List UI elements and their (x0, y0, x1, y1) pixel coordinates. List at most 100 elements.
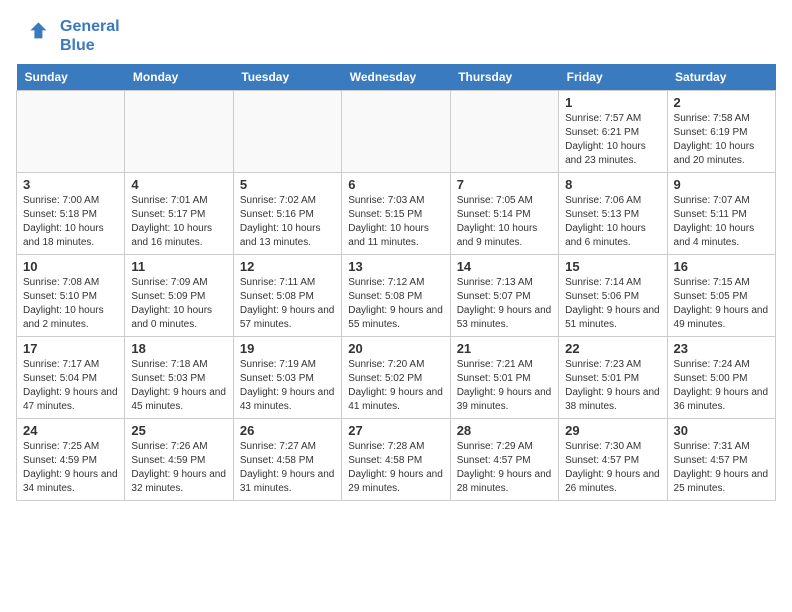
calendar-cell: 1Sunrise: 7:57 AM Sunset: 6:21 PM Daylig… (559, 91, 667, 173)
day-number: 3 (23, 177, 118, 192)
day-info: Sunrise: 7:24 AM Sunset: 5:00 PM Dayligh… (674, 358, 769, 414)
calendar-cell: 16 Sunrise: 7:15 AM Sunset: 5:05 PM Dayli… (667, 255, 775, 337)
calendar-cell (17, 91, 125, 173)
calendar-cell: 24 Sunrise: 7:25 AM Sunset: 4:59 PM Dayli… (17, 419, 125, 501)
day-info: Sunrise: 7:19 AM Sunset: 5:03 PM Dayligh… (240, 358, 335, 414)
day-info: Sunrise: 7:02 AM Sunset: 5:16 PM Dayligh… (240, 194, 335, 250)
day-number: 16 (674, 259, 769, 274)
day-info: Sunrise: 7:11 AM Sunset: 5:08 PM Dayligh… (240, 276, 335, 332)
day-info: Sunrise: 7:14 AM Sunset: 5:06 PM Dayligh… (565, 276, 660, 332)
day-number: 13 (348, 259, 443, 274)
weekday-header-row: SundayMondayTuesdayWednesdayThursdayFrid… (17, 64, 776, 91)
day-number: 27 (348, 423, 443, 438)
day-info: Sunrise: 7:57 AM Sunset: 6:21 PM Dayligh… (565, 112, 660, 168)
day-info: Sunrise: 7:09 AM Sunset: 5:09 PM Dayligh… (131, 276, 226, 332)
logo: GeneralBlue (16, 16, 120, 56)
calendar-week-5: 24 Sunrise: 7:25 AM Sunset: 4:59 PM Dayli… (17, 419, 776, 501)
day-info: Sunrise: 7:18 AM Sunset: 5:03 PM Dayligh… (131, 358, 226, 414)
day-number: 18 (131, 341, 226, 356)
day-number: 9 (674, 177, 769, 192)
calendar-cell: 9 Sunrise: 7:07 AM Sunset: 5:11 PM Daylig… (667, 173, 775, 255)
day-number: 17 (23, 341, 118, 356)
calendar-cell: 27 Sunrise: 7:28 AM Sunset: 4:58 PM Dayli… (342, 419, 450, 501)
day-info: Sunrise: 7:25 AM Sunset: 4:59 PM Dayligh… (23, 440, 118, 496)
day-number: 15 (565, 259, 660, 274)
calendar-cell (125, 91, 233, 173)
day-number: 8 (565, 177, 660, 192)
calendar-cell: 12 Sunrise: 7:11 AM Sunset: 5:08 PM Dayli… (233, 255, 341, 337)
day-info: Sunrise: 7:20 AM Sunset: 5:02 PM Dayligh… (348, 358, 443, 414)
calendar-table: SundayMondayTuesdayWednesdayThursdayFrid… (16, 64, 776, 501)
day-number: 26 (240, 423, 335, 438)
calendar-week-2: 3 Sunrise: 7:00 AM Sunset: 5:18 PM Daylig… (17, 173, 776, 255)
weekday-header-friday: Friday (559, 64, 667, 91)
calendar-cell: 4 Sunrise: 7:01 AM Sunset: 5:17 PM Daylig… (125, 173, 233, 255)
weekday-header-thursday: Thursday (450, 64, 558, 91)
calendar-cell (450, 91, 558, 173)
day-number: 28 (457, 423, 552, 438)
page-header: GeneralBlue (16, 16, 776, 56)
day-number: 30 (674, 423, 769, 438)
day-info: Sunrise: 7:06 AM Sunset: 5:13 PM Dayligh… (565, 194, 660, 250)
day-info: Sunrise: 7:03 AM Sunset: 5:15 PM Dayligh… (348, 194, 443, 250)
day-info: Sunrise: 7:12 AM Sunset: 5:08 PM Dayligh… (348, 276, 443, 332)
day-info: Sunrise: 7:07 AM Sunset: 5:11 PM Dayligh… (674, 194, 769, 250)
calendar-week-1: 1Sunrise: 7:57 AM Sunset: 6:21 PM Daylig… (17, 91, 776, 173)
calendar-cell: 26 Sunrise: 7:27 AM Sunset: 4:58 PM Dayli… (233, 419, 341, 501)
weekday-header-monday: Monday (125, 64, 233, 91)
calendar-cell: 15 Sunrise: 7:14 AM Sunset: 5:06 PM Dayli… (559, 255, 667, 337)
day-info: Sunrise: 7:26 AM Sunset: 4:59 PM Dayligh… (131, 440, 226, 496)
calendar-cell (233, 91, 341, 173)
day-number: 22 (565, 341, 660, 356)
day-info: Sunrise: 7:00 AM Sunset: 5:18 PM Dayligh… (23, 194, 118, 250)
calendar-cell: 20Sunrise: 7:20 AM Sunset: 5:02 PM Dayli… (342, 337, 450, 419)
day-info: Sunrise: 7:01 AM Sunset: 5:17 PM Dayligh… (131, 194, 226, 250)
day-number: 6 (348, 177, 443, 192)
calendar-cell: 23 Sunrise: 7:24 AM Sunset: 5:00 PM Dayli… (667, 337, 775, 419)
calendar-cell: 21 Sunrise: 7:21 AM Sunset: 5:01 PM Dayli… (450, 337, 558, 419)
calendar-cell: 7 Sunrise: 7:05 AM Sunset: 5:14 PM Daylig… (450, 173, 558, 255)
day-info: Sunrise: 7:28 AM Sunset: 4:58 PM Dayligh… (348, 440, 443, 496)
calendar-cell: 29 Sunrise: 7:30 AM Sunset: 4:57 PM Dayli… (559, 419, 667, 501)
calendar-week-4: 17Sunrise: 7:17 AM Sunset: 5:04 PM Dayli… (17, 337, 776, 419)
weekday-header-saturday: Saturday (667, 64, 775, 91)
calendar-cell: 17Sunrise: 7:17 AM Sunset: 5:04 PM Dayli… (17, 337, 125, 419)
day-number: 11 (131, 259, 226, 274)
calendar-week-3: 10Sunrise: 7:08 AM Sunset: 5:10 PM Dayli… (17, 255, 776, 337)
day-info: Sunrise: 7:05 AM Sunset: 5:14 PM Dayligh… (457, 194, 552, 250)
day-number: 21 (457, 341, 552, 356)
day-number: 12 (240, 259, 335, 274)
weekday-header-sunday: Sunday (17, 64, 125, 91)
weekday-header-tuesday: Tuesday (233, 64, 341, 91)
calendar-cell: 3 Sunrise: 7:00 AM Sunset: 5:18 PM Daylig… (17, 173, 125, 255)
day-info: Sunrise: 7:31 AM Sunset: 4:57 PM Dayligh… (674, 440, 769, 496)
calendar-cell: 25 Sunrise: 7:26 AM Sunset: 4:59 PM Dayli… (125, 419, 233, 501)
day-number: 29 (565, 423, 660, 438)
logo-icon (16, 16, 56, 56)
day-number: 2 (674, 95, 769, 110)
day-number: 24 (23, 423, 118, 438)
calendar-cell (342, 91, 450, 173)
day-info: Sunrise: 7:15 AM Sunset: 5:05 PM Dayligh… (674, 276, 769, 332)
calendar-cell: 22Sunrise: 7:23 AM Sunset: 5:01 PM Dayli… (559, 337, 667, 419)
calendar-cell: 2 Sunrise: 7:58 AM Sunset: 6:19 PM Daylig… (667, 91, 775, 173)
weekday-header-wednesday: Wednesday (342, 64, 450, 91)
day-info: Sunrise: 7:27 AM Sunset: 4:58 PM Dayligh… (240, 440, 335, 496)
calendar-cell: 19Sunrise: 7:19 AM Sunset: 5:03 PM Dayli… (233, 337, 341, 419)
calendar-cell: 30 Sunrise: 7:31 AM Sunset: 4:57 PM Dayli… (667, 419, 775, 501)
day-number: 7 (457, 177, 552, 192)
logo-text: GeneralBlue (60, 17, 120, 55)
day-number: 14 (457, 259, 552, 274)
calendar-cell: 11 Sunrise: 7:09 AM Sunset: 5:09 PM Dayli… (125, 255, 233, 337)
day-number: 4 (131, 177, 226, 192)
day-info: Sunrise: 7:21 AM Sunset: 5:01 PM Dayligh… (457, 358, 552, 414)
day-number: 23 (674, 341, 769, 356)
day-info: Sunrise: 7:29 AM Sunset: 4:57 PM Dayligh… (457, 440, 552, 496)
calendar-cell: 10Sunrise: 7:08 AM Sunset: 5:10 PM Dayli… (17, 255, 125, 337)
day-info: Sunrise: 7:13 AM Sunset: 5:07 PM Dayligh… (457, 276, 552, 332)
day-number: 10 (23, 259, 118, 274)
calendar-cell: 8 Sunrise: 7:06 AM Sunset: 5:13 PM Daylig… (559, 173, 667, 255)
day-number: 25 (131, 423, 226, 438)
day-info: Sunrise: 7:58 AM Sunset: 6:19 PM Dayligh… (674, 112, 769, 168)
day-info: Sunrise: 7:30 AM Sunset: 4:57 PM Dayligh… (565, 440, 660, 496)
